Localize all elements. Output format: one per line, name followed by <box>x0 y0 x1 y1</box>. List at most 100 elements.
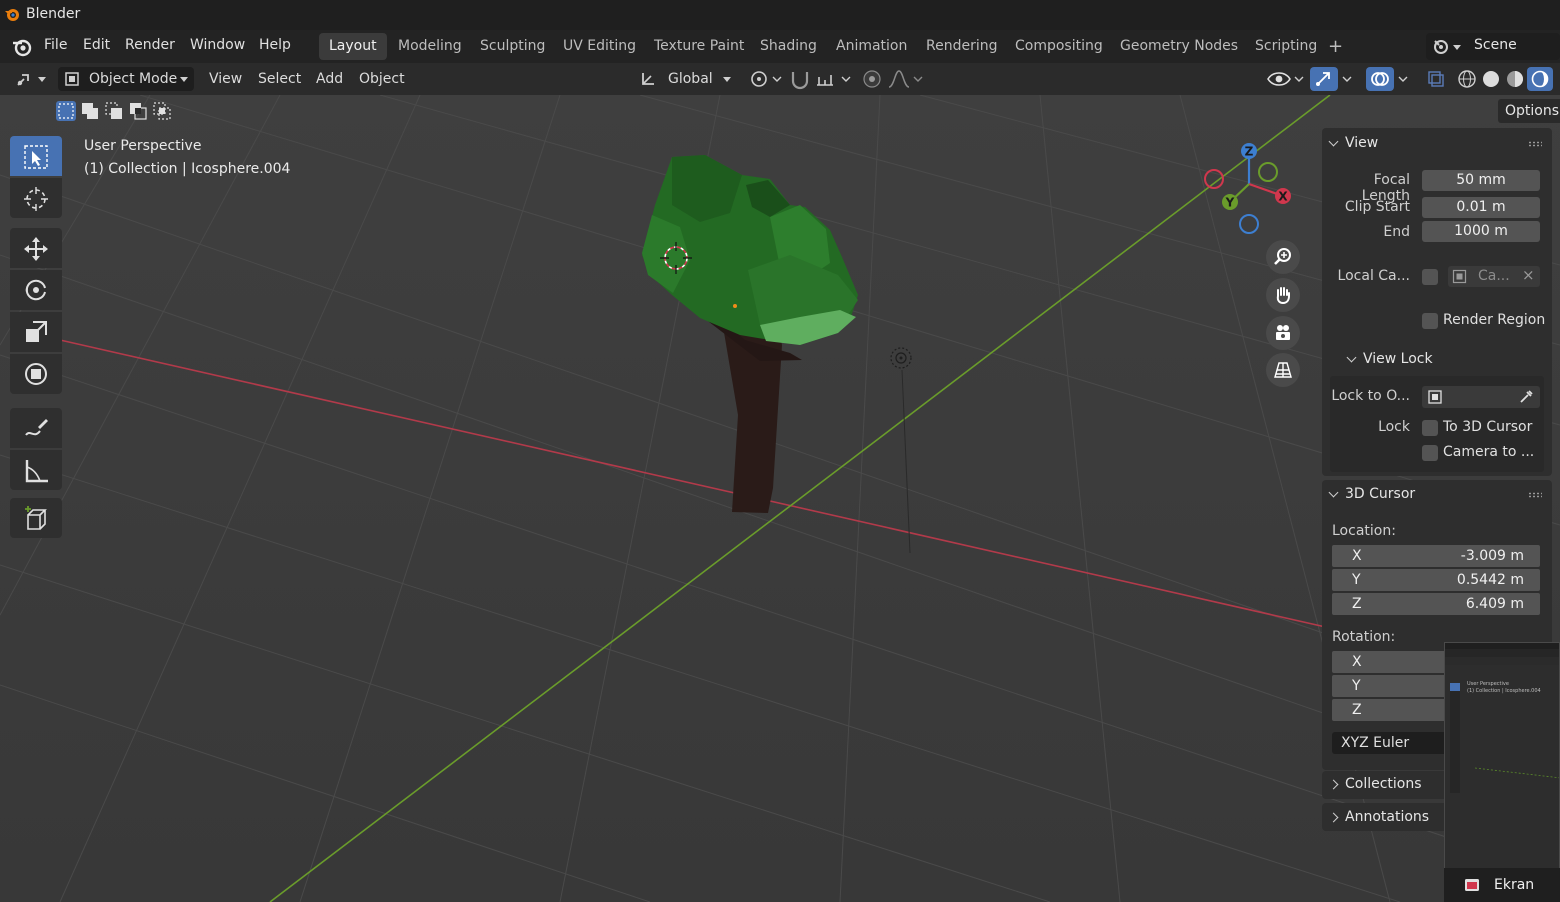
cursor-location-z-label: Z <box>1352 596 1362 612</box>
object-mode-dropdown[interactable]: Object Mode <box>58 67 194 91</box>
menu-edit[interactable]: Edit <box>83 37 110 53</box>
pivot-point-icon[interactable] <box>748 67 782 91</box>
3d-cursor-panel-header[interactable]: 3D Cursor <box>1328 486 1415 502</box>
select-invert-icon[interactable] <box>128 101 148 121</box>
menu-file[interactable]: File <box>44 37 67 53</box>
menu-view[interactable]: View <box>209 67 242 91</box>
blender-logo-icon <box>5 9 19 21</box>
visibility-icon[interactable] <box>1266 67 1306 91</box>
annotations-panel-header[interactable]: Annotations <box>1328 809 1429 825</box>
lock-to-cursor-checkbox[interactable] <box>1422 420 1438 436</box>
overlays-toggle-button[interactable] <box>1366 67 1394 91</box>
gizmo-caret-icon[interactable] <box>1340 67 1356 91</box>
window-title: Blender <box>26 6 81 22</box>
tab-sculpting[interactable]: Sculpting <box>470 33 555 60</box>
annotate-icon <box>25 419 48 436</box>
pan-button[interactable] <box>1266 278 1300 312</box>
tool-annotate[interactable] <box>10 408 62 448</box>
tool-transform[interactable] <box>10 354 62 394</box>
xray-icon[interactable] <box>1424 67 1448 91</box>
select-new-icon[interactable] <box>56 101 76 121</box>
object-mode-caret-icon <box>180 77 188 82</box>
navigation-gizmo[interactable]: Z X Y <box>1196 139 1306 239</box>
menu-select[interactable]: Select <box>258 67 301 91</box>
select-subtract-icon[interactable] <box>104 101 124 121</box>
tab-compositing[interactable]: Compositing <box>1005 33 1113 60</box>
material-shading-icon[interactable] <box>1504 68 1526 90</box>
cursor-rotation-x-label: X <box>1352 654 1362 670</box>
transform-icon <box>25 363 47 385</box>
scene-name: Scene <box>1474 37 1517 53</box>
clip-end-field[interactable]: 1000 m <box>1422 221 1540 242</box>
tool-move[interactable] <box>10 228 62 268</box>
cursor-location-z-value: 6.409 m <box>1465 596 1524 612</box>
menu-window[interactable]: Window <box>190 37 245 53</box>
tab-geometry-nodes[interactable]: Geometry Nodes <box>1110 33 1248 60</box>
lock-to-object-label: Lock to O... <box>1331 388 1410 404</box>
view-lock-subheader[interactable]: View Lock <box>1346 351 1433 367</box>
cursor-location-x-field[interactable]: X -3.009 m <box>1332 545 1540 567</box>
tool-scale[interactable] <box>10 312 62 352</box>
screenshot-caption[interactable]: Ekran Alın <box>1444 868 1560 902</box>
collections-panel-header[interactable]: Collections <box>1328 776 1422 792</box>
tab-shading[interactable]: Shading <box>750 33 827 60</box>
menu-object[interactable]: Object <box>359 67 405 91</box>
location-label: Location: <box>1332 523 1396 539</box>
tool-add-cube[interactable] <box>10 498 62 538</box>
tab-modeling[interactable]: Modeling <box>388 33 472 60</box>
solid-shading-icon[interactable] <box>1480 68 1502 90</box>
select-extend-icon[interactable] <box>80 101 100 121</box>
local-camera-checkbox[interactable] <box>1422 269 1438 285</box>
focal-length-field[interactable]: 50 mm <box>1422 170 1540 191</box>
gizmo-toggle-button[interactable] <box>1310 67 1338 91</box>
camera-view-button[interactable] <box>1266 316 1300 350</box>
thumbnail-grid <box>1474 767 1559 779</box>
close-icon[interactable]: × <box>1522 266 1535 284</box>
proportional-editing-icon[interactable] <box>860 67 884 91</box>
zoom-button[interactable] <box>1266 240 1300 274</box>
tool-select-box[interactable] <box>10 136 62 176</box>
tool-cursor[interactable] <box>10 178 62 218</box>
falloff-icon[interactable] <box>886 67 924 91</box>
tab-texture-paint[interactable]: Texture Paint <box>644 33 754 60</box>
clip-start-label: Clip Start <box>1344 199 1410 215</box>
menu-add[interactable]: Add <box>316 67 343 91</box>
menu-help[interactable]: Help <box>259 37 291 53</box>
drag-handle-icon[interactable] <box>1528 492 1542 498</box>
eyedropper-icon[interactable] <box>1518 389 1534 405</box>
snap-icon[interactable] <box>788 67 812 91</box>
editor-type-button[interactable] <box>12 67 50 91</box>
tab-animation[interactable]: Animation <box>826 33 917 60</box>
camera-to-view-checkbox[interactable] <box>1422 445 1438 461</box>
cursor-location-y-field[interactable]: Y 0.5442 m <box>1332 569 1540 591</box>
render-region-checkbox[interactable] <box>1422 313 1438 329</box>
menu-render[interactable]: Render <box>125 37 175 53</box>
scene-icon <box>1434 40 1448 54</box>
options-tab[interactable]: Options <box>1498 99 1560 123</box>
screenshot-thumbnail[interactable]: User Perspective (1) Collection | Icosph… <box>1444 642 1560 902</box>
tab-scripting[interactable]: Scripting <box>1245 33 1327 60</box>
tab-rendering[interactable]: Rendering <box>916 33 1008 60</box>
tool-rotate[interactable] <box>10 270 62 310</box>
lock-label: Lock <box>1378 419 1410 435</box>
chevron-down-icon <box>1328 487 1339 498</box>
rendered-shading-button[interactable] <box>1527 67 1553 91</box>
tab-layout[interactable]: Layout <box>319 33 387 60</box>
overlays-caret-icon[interactable] <box>1396 67 1412 91</box>
clip-start-field[interactable]: 0.01 m <box>1422 197 1540 218</box>
snap-target-icon[interactable] <box>814 67 852 91</box>
add-workspace-icon[interactable]: + <box>1328 36 1343 57</box>
transform-orientation-dropdown[interactable]: Global <box>636 67 736 91</box>
tool-measure[interactable] <box>10 450 62 490</box>
local-camera-field[interactable]: Ca... × <box>1448 266 1540 287</box>
wireframe-shading-icon[interactable] <box>1456 68 1478 90</box>
blender-menu-icon[interactable] <box>12 37 32 57</box>
view-panel-header[interactable]: View <box>1328 135 1378 151</box>
select-intersect-icon[interactable] <box>152 101 172 121</box>
tab-uv-editing[interactable]: UV Editing <box>553 33 646 60</box>
drag-handle-icon[interactable] <box>1528 141 1542 147</box>
scene-selector[interactable]: Scene <box>1426 33 1560 60</box>
cursor-location-z-field[interactable]: Z 6.409 m <box>1332 593 1540 615</box>
perspective-toggle-button[interactable] <box>1266 353 1300 387</box>
lock-to-object-field[interactable] <box>1422 386 1540 408</box>
